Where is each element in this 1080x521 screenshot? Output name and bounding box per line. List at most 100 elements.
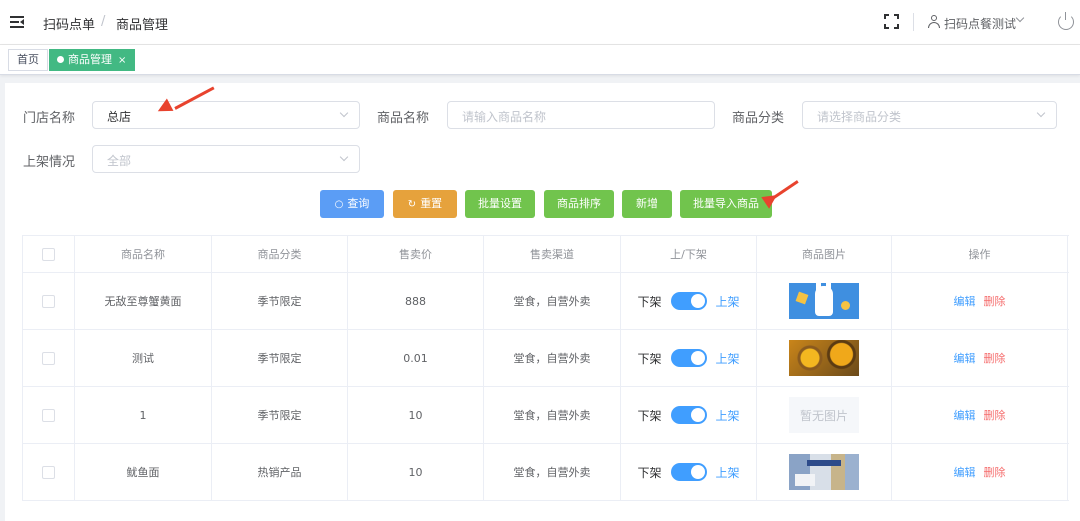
cell-actions: 编辑 删除 (892, 273, 1068, 329)
refresh-icon: ↻ (407, 199, 417, 210)
checkbox[interactable] (42, 465, 55, 479)
shelf-on-label: 上架 (715, 408, 740, 423)
cell-image (757, 444, 892, 500)
shelf-on-label: 上架 (715, 351, 740, 366)
checkbox[interactable] (42, 408, 55, 422)
reset-button[interactable]: ↻ 重置 (393, 190, 457, 218)
search-icon: ○ (334, 199, 344, 210)
chevron-down-icon (339, 152, 349, 162)
product-thumbnail[interactable] (789, 340, 859, 376)
delete-link[interactable]: 删除 (984, 407, 1006, 423)
delete-link[interactable]: 删除 (984, 293, 1006, 309)
delete-link[interactable]: 删除 (984, 350, 1006, 366)
search-button-label: 查询 (347, 197, 370, 210)
add-product-button[interactable]: 新增 (622, 190, 672, 218)
tag-product-management[interactable]: 商品管理 × (49, 49, 136, 71)
store-label: 门店名称 (23, 111, 76, 126)
header-divider (913, 13, 914, 31)
active-dot-icon (57, 56, 64, 63)
shelf-toggle[interactable] (670, 349, 707, 367)
shelf-status-label: 上架情况 (23, 155, 76, 170)
cell-shelf: 下架 上架 (621, 273, 757, 329)
header-channel: 售卖渠道 (484, 236, 621, 272)
product-thumbnail[interactable] (789, 283, 859, 319)
shelf-on-label: 上架 (715, 294, 740, 309)
tags-view: 首页 商品管理 × (0, 45, 1080, 75)
cell-shelf: 下架 上架 (621, 387, 757, 443)
cell-shelf: 下架 上架 (621, 444, 757, 500)
cell-shelf: 下架 上架 (621, 330, 757, 386)
checkbox[interactable] (42, 247, 55, 261)
header-price: 售卖价 (348, 236, 484, 272)
shelf-off-label: 下架 (637, 294, 662, 309)
shelf-off-label: 下架 (637, 351, 662, 366)
header-image: 商品图片 (757, 236, 892, 272)
batch-import-button[interactable]: 批量导入商品 (680, 190, 772, 218)
user-name[interactable]: 扫码点餐测试 (944, 15, 1016, 32)
cell-category: 季节限定 (212, 387, 348, 443)
cell-product-name: 无敌至尊蟹黄面 (75, 273, 212, 329)
header-select-all[interactable] (23, 236, 75, 272)
tag-home[interactable]: 首页 (8, 49, 48, 71)
shelf-toggle[interactable] (670, 463, 707, 481)
shelf-status-select[interactable]: 全部 (92, 145, 360, 173)
reset-button-label: 重置 (420, 197, 443, 210)
cell-actions: 编辑 删除 (892, 330, 1068, 386)
row-checkbox-cell[interactable] (23, 273, 75, 329)
checkbox[interactable] (42, 294, 55, 308)
header-actions: 操作 (892, 236, 1068, 272)
product-name-input[interactable]: 请输入商品名称 (447, 101, 715, 129)
delete-link[interactable]: 删除 (984, 464, 1006, 480)
batch-settings-button[interactable]: 批量设置 (465, 190, 535, 218)
table-row: 1 季节限定 10 堂食，自营外卖 下架 上架 暂无图片 编辑 删除 (23, 387, 1069, 444)
shelf-off-label: 下架 (637, 408, 662, 423)
edit-link[interactable]: 编辑 (954, 407, 976, 423)
tag-label: 商品管理 (68, 53, 112, 66)
fullscreen-icon[interactable] (884, 14, 899, 29)
breadcrumb-separator: / (101, 14, 106, 29)
chevron-down-icon (1036, 108, 1046, 118)
cell-price: 888 (348, 273, 484, 329)
row-checkbox-cell[interactable] (23, 387, 75, 443)
breadcrumb-item-product-management: 商品管理 (116, 18, 169, 33)
edit-link[interactable]: 编辑 (954, 350, 976, 366)
cell-category: 季节限定 (212, 330, 348, 386)
category-placeholder: 请选择商品分类 (817, 110, 902, 124)
close-icon[interactable]: × (118, 55, 126, 66)
category-label: 商品分类 (732, 111, 785, 126)
user-icon[interactable] (928, 15, 940, 28)
breadcrumb-item-scan-order[interactable]: 扫码点单 (43, 14, 95, 33)
product-name-placeholder: 请输入商品名称 (462, 110, 547, 124)
category-select[interactable]: 请选择商品分类 (802, 101, 1057, 129)
edit-link[interactable]: 编辑 (954, 464, 976, 480)
cell-channel: 堂食，自营外卖 (484, 387, 621, 443)
logout-power-icon[interactable] (1058, 12, 1074, 30)
table-row: 无敌至尊蟹黄面 季节限定 888 堂食，自营外卖 下架 上架 编辑 删除 (23, 273, 1069, 330)
no-image-placeholder: 暂无图片 (789, 397, 859, 433)
chevron-down-icon (339, 108, 349, 118)
cell-product-name: 1 (75, 387, 212, 443)
cell-channel: 堂食，自营外卖 (484, 444, 621, 500)
shelf-toggle[interactable] (670, 292, 707, 310)
header-shelf: 上/下架 (621, 236, 757, 272)
header-product-name: 商品名称 (75, 236, 212, 272)
row-checkbox-cell[interactable] (23, 330, 75, 386)
product-sort-button[interactable]: 商品排序 (544, 190, 614, 218)
row-checkbox-cell[interactable] (23, 444, 75, 500)
product-thumbnail[interactable] (789, 454, 859, 490)
menu-toggle-icon[interactable] (10, 16, 24, 28)
cell-category: 季节限定 (212, 273, 348, 329)
cell-category: 热销产品 (212, 444, 348, 500)
shelf-toggle[interactable] (670, 406, 707, 424)
table-row: 鱿鱼面 热销产品 10 堂食，自营外卖 下架 上架 编辑 删除 (23, 444, 1069, 501)
cell-price: 0.01 (348, 330, 484, 386)
checkbox[interactable] (42, 351, 55, 365)
search-button[interactable]: ○ 查询 (320, 190, 384, 218)
cell-image: 暂无图片 (757, 387, 892, 443)
edit-link[interactable]: 编辑 (954, 293, 976, 309)
shelf-status-placeholder: 全部 (107, 154, 132, 168)
store-select[interactable]: 总店 (92, 101, 360, 129)
shelf-on-label: 上架 (715, 465, 740, 480)
chevron-down-icon[interactable] (1015, 13, 1025, 23)
product-table: 商品名称 商品分类 售卖价 售卖渠道 上/下架 商品图片 操作 无敌至尊蟹黄面 … (22, 235, 1069, 501)
